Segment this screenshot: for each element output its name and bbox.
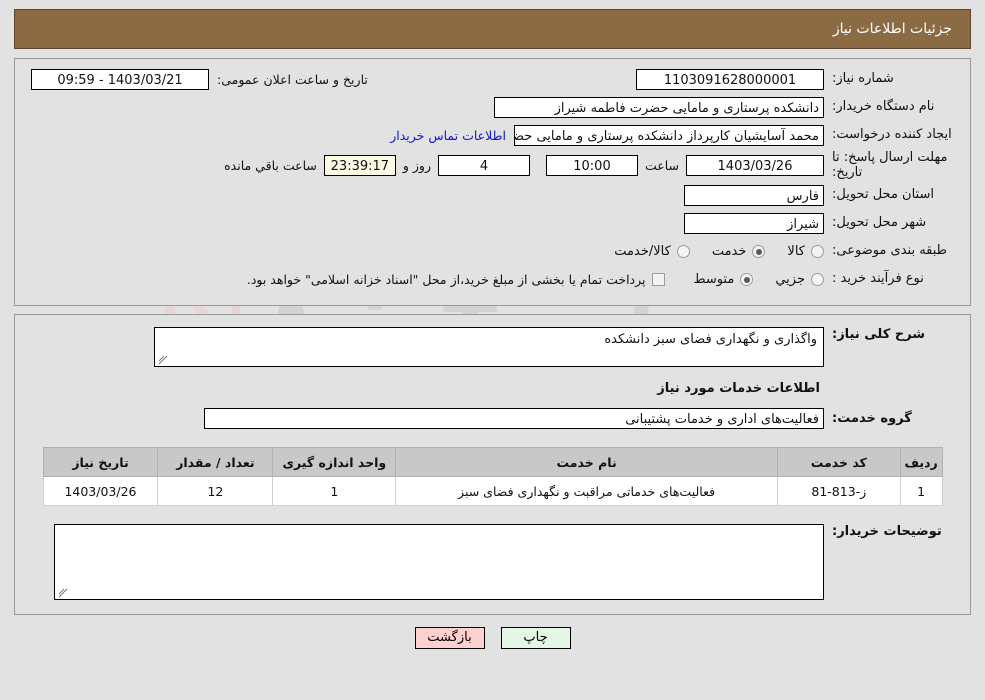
category-option-kala[interactable]: کالا	[787, 244, 824, 259]
back-button[interactable]: بازگشت	[414, 627, 485, 650]
treasury-docs-checkbox-group[interactable]: پرداخت تمام یا بخشی از مبلغ خرید،از محل …	[247, 272, 666, 287]
category-radio-group: کالا خدمت کالا/خدمت	[592, 244, 824, 259]
col-header-qty: تعداد / مقدار	[157, 447, 274, 478]
page-title-bar: جزئیات اطلاعات نیاز	[14, 9, 971, 49]
announce-value: 09:59 - 1403/03/21	[31, 69, 209, 90]
buyer-contact-link[interactable]: اطلاعات تماس خریدار	[382, 128, 514, 143]
announce-group: تاریخ و ساعت اعلان عمومی: 09:59 - 1403/0…	[25, 69, 368, 90]
category-option-khedmat[interactable]: خدمت	[712, 244, 766, 259]
row-city: شهر محل تحویل: شیراز	[25, 211, 960, 236]
general-desc-label: شرح کلی نیاز:	[832, 327, 926, 343]
deadline-remaining-value: 23:39:17	[323, 155, 396, 177]
deadline-time-label: ساعت	[644, 158, 679, 174]
deadline-remaining-label: ساعت باقي مانده	[224, 158, 317, 174]
deadline-date-value: 1403/03/26	[686, 155, 824, 177]
deadline-days-value: 4	[437, 155, 530, 177]
service-group-value: فعالیت‌های اداری و خدمات پشتیبانی	[204, 408, 824, 430]
row-need-number: شماره نیاز: 1103091628000001 تاریخ و ساع…	[25, 67, 960, 92]
deadline-time-value: 10:00	[545, 155, 638, 177]
province-label: استان محل تحویل:	[832, 187, 934, 203]
radio-icon[interactable]	[676, 245, 690, 259]
footer-actions: چاپ بازگشت	[0, 627, 985, 650]
category-option-label: خدمت	[711, 244, 747, 260]
radio-icon[interactable]	[740, 273, 754, 287]
col-header-code: کد خدمت	[776, 447, 901, 478]
resize-grip-icon[interactable]	[158, 355, 168, 365]
services-table: ردیف کد خدمت نام خدمت واحد اندازه گیری ت…	[42, 447, 943, 507]
deadline-label: مهلت ارسال پاسخ: تا تاریخ:	[832, 150, 948, 180]
cell-unit: 1	[272, 476, 397, 507]
page-title: جزئیات اطلاعات نیاز	[832, 21, 952, 37]
col-header-radif: ردیف	[899, 447, 943, 478]
buyer-org-label: نام دستگاه خریدار:	[832, 99, 935, 115]
city-label: شهر محل تحویل:	[832, 215, 927, 231]
checkbox-icon[interactable]	[652, 273, 666, 287]
buyer-notes-label: توضیحات خریدار:	[832, 524, 942, 540]
row-province: استان محل تحویل: فارس	[25, 183, 960, 208]
service-group-label: گروه خدمت:	[832, 411, 912, 427]
need-info-panel: شماره نیاز: 1103091628000001 تاریخ و ساع…	[14, 58, 971, 307]
row-general-desc: شرح کلی نیاز: واگذاری و نگهداری فضای سبز…	[25, 327, 960, 368]
process-option-label: متوسط	[693, 272, 735, 288]
announce-label: تاریخ و ساعت اعلان عمومی:	[217, 72, 368, 87]
radio-icon[interactable]	[811, 273, 824, 287]
services-section-title: اطلاعات خدمات مورد نیاز	[657, 381, 820, 397]
category-label: طبقه بندی موضوعی:	[832, 243, 948, 259]
col-header-unit: واحد اندازه گیری	[272, 447, 397, 478]
deadline-days-label: روز و	[402, 158, 431, 174]
table-row: 1 ز-813-81 فعالیت‌های خدماتی مراقبت و نگ…	[42, 476, 943, 507]
cell-qty: 12	[157, 476, 274, 507]
row-buyer-org: نام دستگاه خریدار: دانشکده پرستاری و مام…	[25, 95, 960, 120]
cell-name: فعالیت‌های خدماتی مراقبت و نگهداری فضای …	[395, 476, 778, 507]
row-creator: ایجاد کننده درخواست: محمد آسایشیان کارپر…	[25, 123, 960, 148]
buyer-notes-textarea[interactable]	[54, 524, 824, 601]
process-option-label: جزیي	[775, 272, 805, 288]
category-option-label: کالا/خدمت	[614, 244, 671, 260]
cell-radif: 1	[899, 476, 943, 507]
process-option-jozei[interactable]: جزیي	[775, 272, 824, 287]
treasury-docs-note: پرداخت تمام یا بخشی از مبلغ خرید،از محل …	[246, 272, 646, 288]
buyer-org-value: دانشکده پرستاری و مامایی حضرت فاطمه شیرا…	[494, 97, 824, 118]
general-desc-value: واگذاری و نگهداری فضای سبز دانشکده	[604, 332, 817, 348]
row-process-type: نوع فرآیند خرید : جزیي متوسط پرداخت تمام…	[25, 267, 960, 292]
category-option-kala-khedmat[interactable]: کالا/خدمت	[614, 244, 690, 259]
creator-value: محمد آسایشیان کارپرداز دانشکده پرستاری و…	[514, 125, 824, 146]
radio-icon[interactable]	[752, 245, 766, 259]
city-value: شیراز	[684, 213, 824, 235]
cell-date: 1403/03/26	[42, 476, 159, 507]
process-option-motevaset[interactable]: متوسط	[693, 272, 754, 288]
row-service-group: گروه خدمت: فعالیت‌های اداری و خدمات پشتی…	[25, 408, 960, 430]
need-number-value: 1103091628000001	[636, 69, 824, 90]
process-type-label: نوع فرآیند خرید :	[832, 271, 924, 287]
process-type-radio-group: جزیي متوسط	[671, 272, 824, 287]
cell-code: ز-813-81	[776, 476, 901, 507]
col-header-name: نام خدمت	[395, 447, 778, 478]
province-value: فارس	[684, 185, 824, 207]
print-button[interactable]: چاپ	[500, 627, 571, 650]
row-deadline: مهلت ارسال پاسخ: تا تاریخ: 1403/03/26 سا…	[25, 150, 960, 180]
col-header-date: تاریخ نیاز	[42, 447, 159, 478]
service-details-panel: شرح کلی نیاز: واگذاری و نگهداری فضای سبز…	[14, 314, 971, 616]
category-option-label: کالا	[787, 244, 805, 260]
general-desc-textarea[interactable]: واگذاری و نگهداری فضای سبز دانشکده	[154, 327, 824, 368]
row-category: طبقه بندی موضوعی: کالا خدمت کالا/خدمت	[25, 239, 960, 264]
resize-grip-icon[interactable]	[58, 588, 68, 598]
creator-label: ایجاد کننده درخواست:	[832, 127, 952, 143]
row-buyer-notes: توضیحات خریدار:	[25, 524, 960, 601]
need-number-label: شماره نیاز:	[832, 71, 894, 87]
radio-icon[interactable]	[811, 245, 824, 259]
table-header-row: ردیف کد خدمت نام خدمت واحد اندازه گیری ت…	[42, 447, 943, 478]
